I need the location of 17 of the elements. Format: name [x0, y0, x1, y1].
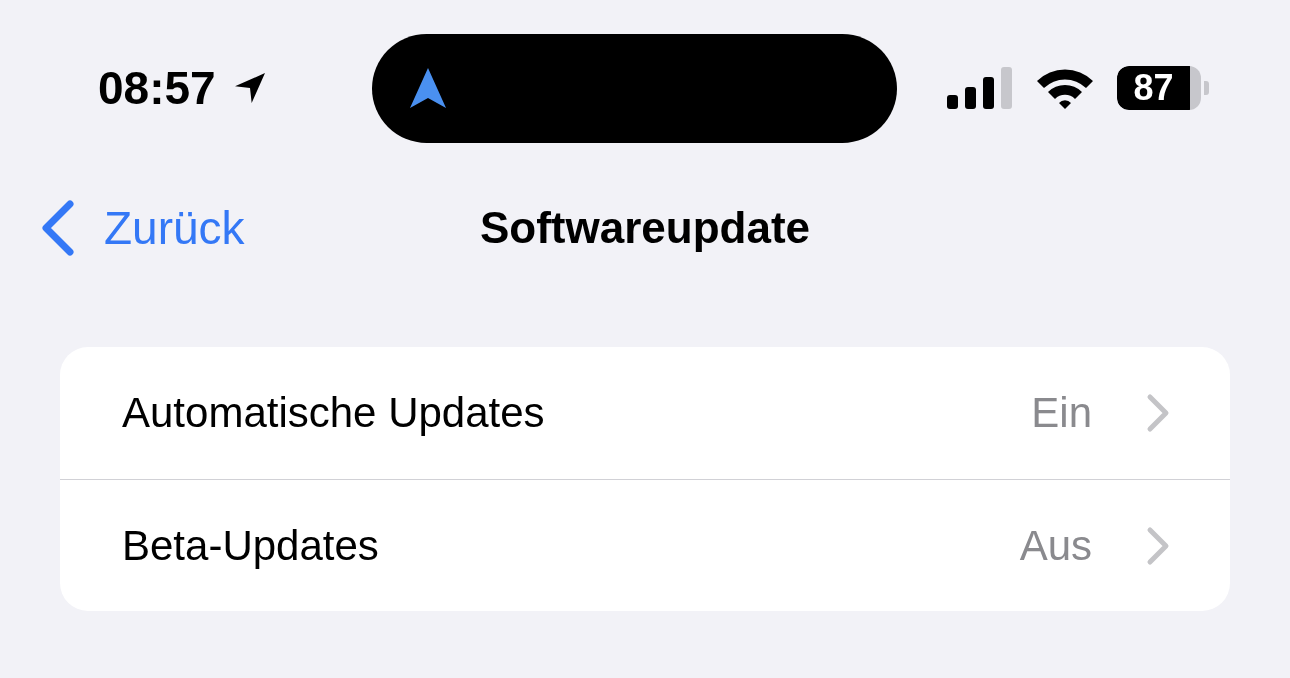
signal-icon: [947, 67, 1013, 109]
chevron-icon: [1146, 393, 1170, 433]
page-title: Softwareupdate: [479, 206, 810, 250]
row-label: Beta-Updates: [122, 524, 380, 567]
battery-percentage: 87: [1133, 70, 1174, 106]
row-value: Aus: [1019, 524, 1092, 567]
battery-terminal: [1204, 81, 1209, 95]
navigation-arrow-icon: [408, 66, 448, 110]
row-value: Ein: [1031, 392, 1092, 434]
row-label: Automatische Updates: [122, 392, 546, 434]
status-time: 08:57: [98, 65, 216, 111]
back-button[interactable]: Zurück: [0, 200, 245, 256]
chevron-icon: [1146, 525, 1170, 566]
settings-row[interactable]: Automatische Updates Ein: [60, 347, 1230, 479]
settings-row[interactable]: Beta-Updates Aus: [60, 479, 1230, 611]
back-chevron-icon: [40, 200, 74, 256]
wifi-icon: [1035, 67, 1095, 109]
